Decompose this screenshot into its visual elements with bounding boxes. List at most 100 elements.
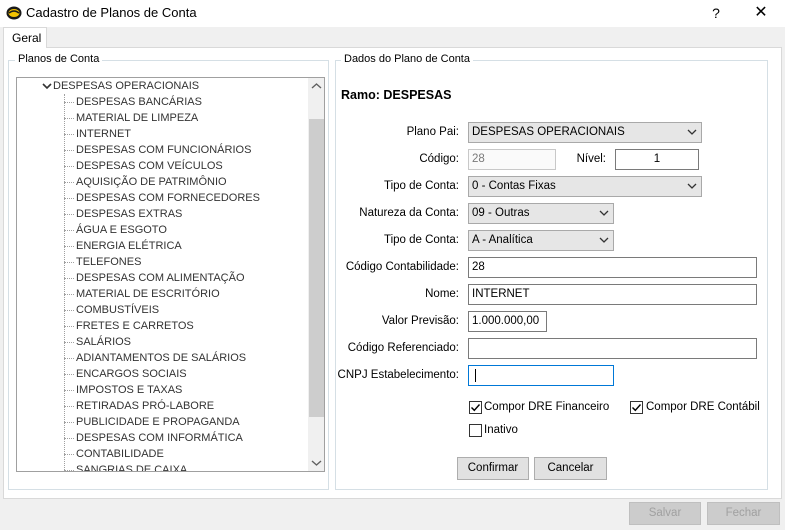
- tree-guide-dash: [64, 310, 74, 311]
- chevron-down-icon: [599, 237, 609, 243]
- tree-guide-dash: [64, 390, 74, 391]
- cnpj-label: CNPJ Estabelecimento:: [337, 369, 459, 381]
- tree-item[interactable]: SANGRIAS DE CAIXA: [76, 462, 187, 471]
- tree-guide-dash: [64, 454, 74, 455]
- plano-pai-label: Plano Pai:: [406, 126, 459, 138]
- tree-item[interactable]: ENCARGOS SOCIAIS: [76, 366, 187, 382]
- tipo-conta-2-select[interactable]: A - Analítica: [468, 230, 614, 251]
- tree-guide-dash: [64, 422, 74, 423]
- close-button[interactable]: ✕: [748, 2, 774, 24]
- tree-guide-dash: [64, 262, 74, 263]
- tree-guide-dash: [64, 230, 74, 231]
- natureza-value: 09 - Outras: [472, 207, 530, 219]
- chevron-down-icon[interactable]: [41, 81, 53, 91]
- check-icon: [471, 404, 481, 412]
- tree-guide-dash: [64, 438, 74, 439]
- tree-guide-dash: [64, 358, 74, 359]
- tree-guide-dash: [64, 342, 74, 343]
- tree-guide-dash: [64, 150, 74, 151]
- tree-item[interactable]: MATERIAL DE ESCRITÓRIO: [76, 286, 220, 302]
- tree-guide-dash: [64, 214, 74, 215]
- codigo-field[interactable]: 28: [468, 149, 556, 170]
- ramo-value: DESPESAS: [383, 88, 452, 102]
- tree-item[interactable]: DESPESAS EXTRAS: [76, 206, 182, 222]
- ramo-label: Ramo:: [341, 88, 380, 102]
- chevron-down-icon: [687, 129, 697, 135]
- compor-dre-contabil-label[interactable]: Compor DRE Contábil: [646, 401, 760, 413]
- tree-item[interactable]: DESPESAS BANCÁRIAS: [76, 94, 202, 110]
- tree-item[interactable]: DESPESAS COM FORNECEDORES: [76, 190, 260, 206]
- check-icon: [632, 404, 642, 412]
- tree-item[interactable]: PUBLICIDADE E PROPAGANDA: [76, 414, 240, 430]
- valor-previsao-label: Valor Previsão:: [381, 315, 459, 327]
- tree-item[interactable]: AQUISIÇÃO DE PATRIMÔNIO: [76, 174, 227, 190]
- tipo-conta-label: Tipo de Conta:: [383, 180, 459, 192]
- nome-label: Nome:: [425, 288, 459, 300]
- tree-item[interactable]: IMPOSTOS E TAXAS: [76, 382, 182, 398]
- tree-guide-dash: [64, 134, 74, 135]
- cnpj-field[interactable]: [468, 365, 614, 386]
- cancelar-button[interactable]: Cancelar: [534, 457, 607, 480]
- inativo-checkbox[interactable]: [469, 424, 482, 437]
- codigo-contabilidade-field[interactable]: 28: [468, 257, 757, 278]
- tree-item[interactable]: SALÁRIOS: [76, 334, 131, 350]
- valor-previsao-field[interactable]: 1.000.000,00: [468, 311, 547, 332]
- tree-guide-dash: [64, 182, 74, 183]
- scroll-up-icon[interactable]: [308, 78, 325, 95]
- tree-item[interactable]: MATERIAL DE LIMPEZA: [76, 110, 198, 126]
- tab-geral[interactable]: Geral: [3, 27, 47, 48]
- tree-item-label: DESPESAS OPERACIONAIS: [53, 80, 200, 92]
- tree-guide-dash: [64, 326, 74, 327]
- tipo-conta-2-value: A - Analítica: [472, 234, 533, 246]
- tree-item[interactable]: ENERGIA ELÉTRICA: [76, 238, 182, 254]
- nivel-field[interactable]: 1: [615, 149, 699, 170]
- planos-tree[interactable]: DESPESAS OPERACIONAIS DESPESAS BANCÁRIAS…: [16, 77, 325, 472]
- confirmar-button[interactable]: Confirmar: [457, 457, 529, 480]
- tree-scrollbar[interactable]: [308, 78, 325, 471]
- codigo-contabilidade-label: Código Contabilidade:: [345, 261, 459, 273]
- tree-guide-dash: [64, 102, 74, 103]
- codigo-referenciado-field[interactable]: [468, 338, 757, 359]
- tree-guide-dash: [64, 406, 74, 407]
- tree-item[interactable]: ADIANTAMENTOS DE SALÁRIOS: [76, 350, 246, 366]
- tree-item[interactable]: COMBUSTÍVEIS: [76, 302, 159, 318]
- ramo-heading: Ramo: DESPESAS: [341, 88, 451, 102]
- scroll-down-icon[interactable]: [308, 454, 325, 471]
- scroll-thumb[interactable]: [309, 119, 324, 417]
- planos-group-label: Planos de Conta: [15, 53, 103, 65]
- tree-item[interactable]: DESPESAS COM INFORMÁTICA: [76, 430, 243, 446]
- plano-pai-value: DESPESAS OPERACIONAIS: [472, 126, 625, 138]
- tree-item-parent[interactable]: DESPESAS OPERACIONAIS: [53, 78, 199, 94]
- nivel-label: Nível:: [576, 153, 606, 165]
- tipo-conta-value: 0 - Contas Fixas: [472, 180, 556, 192]
- tree-item[interactable]: RETIRADAS PRÓ-LABORE: [76, 398, 214, 414]
- tree-guide-dash: [64, 246, 74, 247]
- tree-item[interactable]: DESPESAS COM ALIMENTAÇÃO: [76, 270, 245, 286]
- help-button[interactable]: ?: [703, 2, 729, 24]
- fechar-button[interactable]: Fechar: [707, 502, 780, 525]
- tree-item[interactable]: TELEFONES: [76, 254, 141, 270]
- compor-dre-financeiro-label[interactable]: Compor DRE Financeiro: [484, 401, 609, 413]
- tree-item[interactable]: DESPESAS COM VEÍCULOS: [76, 158, 223, 174]
- inativo-label[interactable]: Inativo: [484, 424, 518, 436]
- tipo-conta-select[interactable]: 0 - Contas Fixas: [468, 176, 702, 197]
- tree-item[interactable]: DESPESAS COM FUNCIONÁRIOS: [76, 142, 251, 158]
- tree-guide-dash: [64, 166, 74, 167]
- title-bar: Cadastro de Planos de Conta ? ✕: [0, 0, 785, 27]
- natureza-select[interactable]: 09 - Outras: [468, 203, 614, 224]
- dados-group-label: Dados do Plano de Conta: [341, 53, 473, 65]
- compor-dre-contabil-checkbox[interactable]: [630, 401, 643, 414]
- text-caret: [475, 369, 476, 382]
- tree-item[interactable]: ÁGUA E ESGOTO: [76, 222, 167, 238]
- nome-field[interactable]: INTERNET: [468, 284, 757, 305]
- plano-pai-select[interactable]: DESPESAS OPERACIONAIS: [468, 122, 702, 143]
- tree-guide-dash: [64, 198, 74, 199]
- tree-item[interactable]: FRETES E CARRETOS: [76, 318, 194, 334]
- codigo-label: Código:: [419, 153, 459, 165]
- tree-item[interactable]: INTERNET: [76, 126, 131, 142]
- tree-item[interactable]: CONTABILIDADE: [76, 446, 164, 462]
- salvar-button[interactable]: Salvar: [629, 502, 701, 525]
- compor-dre-financeiro-checkbox[interactable]: [469, 401, 482, 414]
- tree-guide-dash: [64, 374, 74, 375]
- app-logo-icon: [6, 6, 22, 20]
